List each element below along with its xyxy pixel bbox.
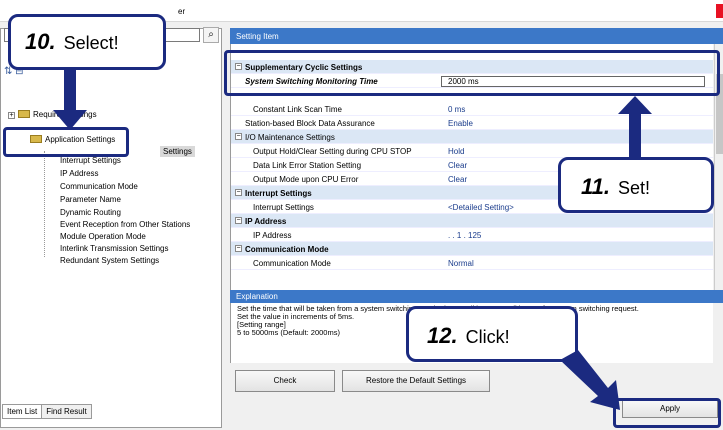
arrow-11-shaft <box>629 110 641 158</box>
step-arrows <box>53 68 652 410</box>
arrow-10-head <box>53 110 87 130</box>
arrow-10-shaft <box>64 68 76 112</box>
arrow-12 <box>560 350 620 410</box>
arrow-11-head <box>618 96 652 114</box>
